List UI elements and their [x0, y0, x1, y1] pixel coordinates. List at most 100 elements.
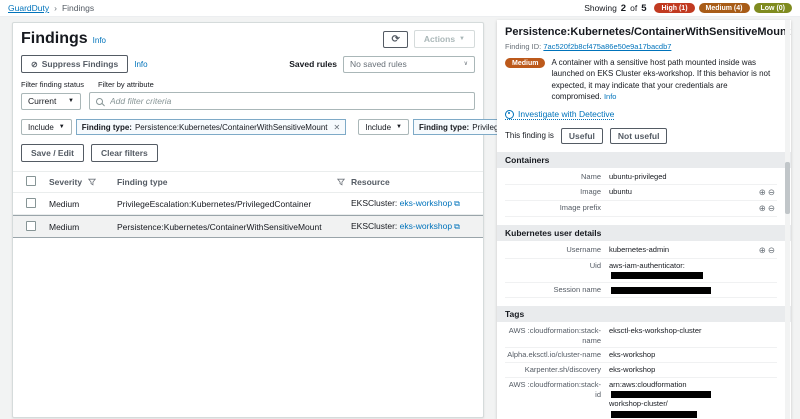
filter-attribute-label: Filter by attribute: [98, 80, 154, 89]
row-checkbox-cell: [13, 198, 49, 210]
filter-token-group: Include▼Finding type:Persistence:Kuberne…: [21, 119, 346, 135]
remove-token-icon[interactable]: ✕: [334, 123, 341, 132]
include-dropdown[interactable]: Include▼: [358, 119, 409, 135]
filter-token-field: Finding type:: [82, 123, 132, 132]
actions-button[interactable]: Actions ▼: [414, 30, 475, 48]
row-finding-type: Persistence:Kubernetes/ContainerWithSens…: [117, 222, 351, 232]
investigate-link-label: Investigate with Detective: [518, 109, 614, 119]
detail-row-label: AWS :cloudformation:stack-name: [505, 326, 609, 346]
feedback-label: This finding is: [505, 131, 554, 140]
section-header: Kubernetes user details: [497, 225, 791, 241]
detail-value-text: aws-iam-authenticator:: [609, 261, 685, 270]
breadcrumb: GuardDuty › Findings: [8, 3, 94, 13]
resource-type-label: EKSCluster:: [351, 198, 400, 208]
include-label: Include: [28, 123, 54, 132]
detail-scrollbar-thumb[interactable]: [785, 162, 790, 214]
detail-row: Usernamekubernetes-admin⊕⊖: [505, 243, 777, 259]
status-select[interactable]: Current ▼: [21, 93, 81, 110]
chevron-down-icon: ▼: [68, 98, 74, 104]
table-row[interactable]: MediumPersistence:Kubernetes/ContainerWi…: [13, 215, 483, 238]
zoom-out-icon[interactable]: ⊖: [768, 187, 777, 197]
zoom-in-icon[interactable]: ⊕: [759, 203, 768, 213]
section-header: Tags: [497, 306, 791, 322]
zoom-in-icon[interactable]: ⊕: [759, 187, 768, 197]
select-all-checkbox[interactable]: [26, 176, 36, 186]
search-input[interactable]: [108, 95, 468, 107]
actions-button-label: Actions: [424, 34, 455, 44]
detail-row: AWS :cloudformation:stack-nameeksctl-eks…: [505, 324, 777, 349]
row-checkbox[interactable]: [26, 198, 36, 208]
row-resource: EKSCluster: eks-workshop⧉: [351, 221, 483, 232]
saved-rules-select[interactable]: No saved rules ∨: [343, 56, 475, 73]
detail-row-value: ubuntu-privileged: [609, 172, 753, 182]
zoom-out-icon[interactable]: ⊖: [768, 245, 777, 255]
detail-scrollbar-track[interactable]: [785, 20, 790, 419]
chevron-down-icon: ▼: [459, 36, 465, 42]
suppress-findings-button[interactable]: ⊘ Suppress Findings: [21, 55, 128, 73]
detail-row: Karpenter.sh/discoveryeks-workshop: [505, 363, 777, 378]
row-checkbox[interactable]: [26, 221, 36, 231]
title-info-link[interactable]: Info: [93, 36, 106, 45]
not-useful-button[interactable]: Not useful: [610, 128, 668, 144]
finding-description: A container with a sensitive host path m…: [551, 57, 777, 102]
detail-row-label: Karpenter.sh/discovery: [505, 365, 609, 375]
clear-filters-button[interactable]: Clear filters: [91, 144, 158, 162]
detail-row-icons: ⊕⊖: [753, 203, 777, 214]
table-row[interactable]: MediumPrivilegeEscalation:Kubernetes/Pri…: [13, 193, 483, 215]
page-title: Findings Info: [21, 30, 106, 48]
detail-sections: ContainersNameubuntu-privilegedImageubun…: [505, 152, 777, 419]
severity-pill[interactable]: Medium (4): [699, 3, 750, 13]
row-finding-type: PrivilegeEscalation:Kubernetes/Privilege…: [117, 199, 351, 209]
suppress-info-link[interactable]: Info: [134, 60, 147, 69]
page-title-text: Findings: [21, 30, 88, 48]
description-info-link[interactable]: Info: [604, 92, 617, 101]
row-severity: Medium: [49, 222, 117, 232]
saved-rules-value: No saved rules: [350, 59, 407, 69]
breadcrumb-guardduty-link[interactable]: GuardDuty: [8, 3, 49, 13]
finding-detail-title: Persistence:Kubernetes/ContainerWithSens…: [505, 26, 790, 39]
detail-value-text: ubuntu-privileged: [609, 172, 667, 181]
severity-filter-icon[interactable]: [88, 178, 96, 186]
external-link-icon[interactable]: ⧉: [454, 199, 460, 208]
table-body: MediumPrivilegeEscalation:Kubernetes/Pri…: [13, 193, 483, 238]
useful-button[interactable]: Useful: [561, 128, 603, 144]
clear-filters-label: Clear filters: [101, 148, 148, 158]
detail-row: Alpha.eksctl.io/cluster-nameeks-workshop: [505, 348, 777, 363]
severity-badge: Medium: [505, 58, 545, 68]
of-label: of: [630, 3, 637, 13]
zoom-in-icon[interactable]: ⊕: [759, 245, 768, 255]
row-resource: EKSCluster: eks-workshop⧉: [351, 198, 483, 209]
detail-row: Uidaws-iam-authenticator:: [505, 259, 777, 284]
row-checkbox-cell: [13, 221, 49, 233]
row-severity: Medium: [49, 199, 117, 209]
save-edit-button[interactable]: Save / Edit: [21, 144, 84, 162]
breadcrumb-current: Findings: [62, 3, 94, 13]
detail-row: Imageubuntu⊕⊖: [505, 185, 777, 201]
filter-search-box[interactable]: [89, 92, 475, 110]
detail-row-label: Image prefix: [505, 203, 609, 213]
refresh-button[interactable]: ⟳: [383, 31, 407, 48]
detail-value-text: ubuntu: [609, 187, 632, 196]
search-icon: [96, 98, 103, 105]
resource-link[interactable]: eks-workshop: [400, 221, 452, 231]
investigate-with-detective-link[interactable]: Investigate with Detective: [505, 109, 614, 120]
include-dropdown[interactable]: Include▼: [21, 119, 72, 135]
finding-detail-panel: Persistence:Kubernetes/ContainerWithSens…: [497, 20, 791, 419]
severity-pill[interactable]: High (1): [654, 3, 694, 13]
resource-header: Resource: [351, 177, 483, 187]
finding-type-filter-icon[interactable]: [337, 178, 345, 186]
detail-row-label: Name: [505, 172, 609, 182]
detail-row-value: ubuntu: [609, 187, 753, 197]
detail-row-value: aws-iam-authenticator:: [609, 261, 753, 281]
showing-count: 2: [621, 3, 626, 14]
zoom-out-icon[interactable]: ⊖: [768, 203, 777, 213]
detail-row-icons: ⊕⊖: [753, 187, 777, 198]
resource-type-label: EKSCluster:: [351, 221, 400, 231]
resource-link[interactable]: eks-workshop: [400, 198, 452, 208]
severity-pill[interactable]: Low (0): [754, 3, 793, 13]
redacted-value: [611, 411, 697, 418]
filter-token[interactable]: Finding type:Persistence:Kubernetes/Cont…: [76, 119, 346, 135]
finding-id-link[interactable]: 7ac520f2b8cf475a86e50e9a17bacdb7: [543, 42, 671, 51]
external-link-icon[interactable]: ⧉: [454, 222, 460, 231]
detail-row-value: arn:aws:cloudformationworkshop-cluster/: [609, 380, 753, 419]
